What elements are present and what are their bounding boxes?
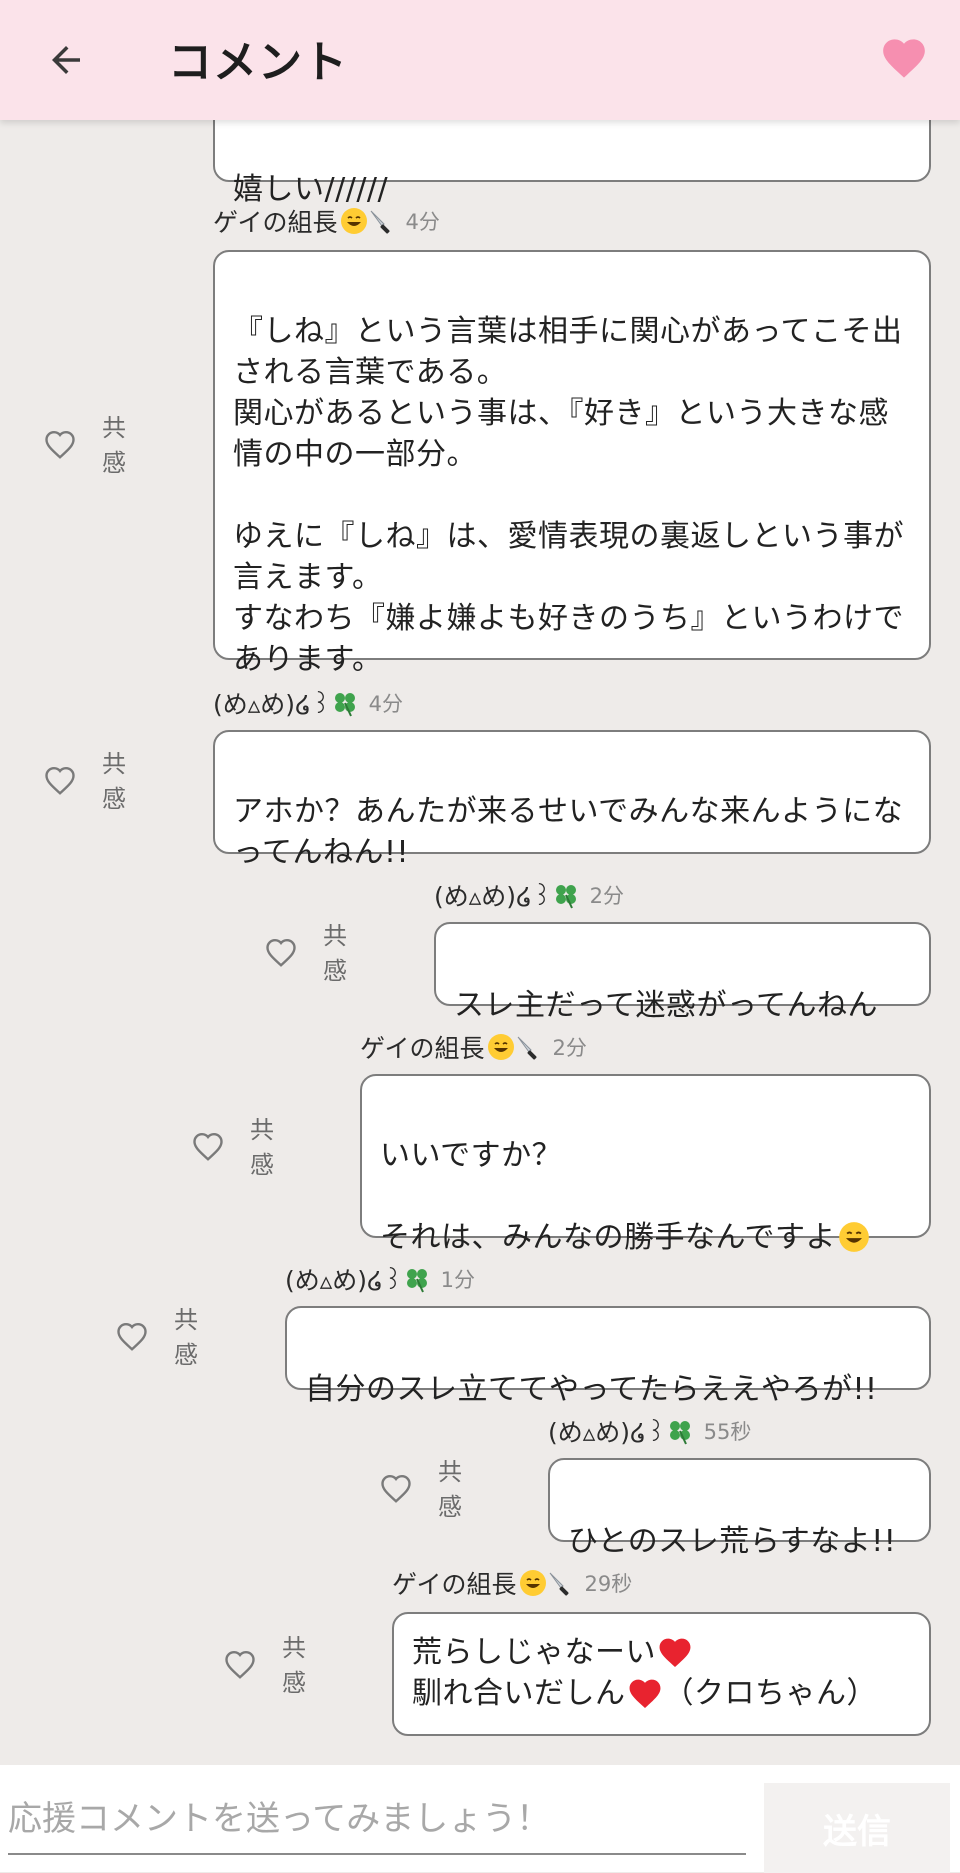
comment-meta: ゲイの組長 4分 <box>213 204 440 238</box>
like-label: 共感 <box>323 922 347 985</box>
comment-time: 2分 <box>552 1036 587 1060</box>
like-button[interactable]: 共感 <box>263 916 359 986</box>
heart-outline-icon <box>45 766 75 795</box>
like-label: 共感 <box>438 1458 462 1521</box>
like-button[interactable]: 共感 <box>190 1110 286 1180</box>
comment-bubble: 『しね』という言葉は相手に関心があってこそ出される言葉である。 関心があるという… <box>213 250 931 677</box>
heart-icon <box>883 39 925 78</box>
four-leaf-clover-icon <box>669 1421 690 1445</box>
comment-time: 4分 <box>368 692 403 716</box>
comment-text: 荒らしじゃなーい <box>412 1635 656 1670</box>
comment-text: スレ主だって迷惑がってんねん <box>454 988 878 1023</box>
comment-line: 荒らしじゃなーい <box>412 1632 911 1673</box>
red-heart-icon <box>659 1638 691 1667</box>
comment-text: （クロちゃん） <box>663 1676 877 1711</box>
like-label: 共感 <box>282 1634 306 1697</box>
comment-time: 55秒 <box>703 1420 752 1444</box>
comment-bubble: 嬉しい////// <box>213 120 931 207</box>
four-leaf-clover-icon <box>406 1269 427 1293</box>
heart-outline-icon <box>45 430 75 459</box>
comment-input-wrap <box>8 1789 746 1855</box>
comment-text: 『しね』という言葉は相手に関心があってこそ出される言葉である。 関心があるという… <box>233 314 904 677</box>
comment-author: (め▵め)໒꒱ <box>548 1418 666 1447</box>
red-heart-icon <box>629 1679 660 1708</box>
comment-meta: (め▵め)໒꒱ 2分 <box>434 878 624 912</box>
comment-text: 自分のスレ立ててやってたらええやろが!! <box>305 1372 878 1407</box>
grinning-face-icon <box>487 1034 514 1060</box>
comment-author: ゲイの組長 <box>213 208 338 237</box>
comment-bubble: 荒らしじゃなーい 馴れ合いだしん （クロちゃん） <box>392 1612 931 1736</box>
like-button[interactable]: 共感 <box>114 1300 210 1370</box>
back-button[interactable] <box>36 30 96 90</box>
comment-line: 馴れ合いだしん （クロちゃん） <box>412 1673 911 1714</box>
comment-meta: (め▵め)໒꒱ 1分 <box>285 1262 475 1296</box>
comment-thread[interactable]: 嬉しい////// ゲイの組長 4分 『しね』という言葉は相手に関心があってこそ… <box>0 120 960 1765</box>
page-title: コメント <box>168 37 348 88</box>
grinning-face-icon <box>340 208 367 234</box>
comment-author: (め▵め)໒꒱ <box>213 690 331 719</box>
like-label: 共感 <box>250 1116 274 1179</box>
comment-text: アホか？あんたが来るせいでみんな来んようになってんねん!! <box>233 794 904 870</box>
like-button[interactable]: 共感 <box>42 744 138 814</box>
like-label: 共感 <box>102 414 126 477</box>
like-button[interactable]: 共感 <box>378 1452 474 1522</box>
like-button[interactable]: 共感 <box>42 408 138 478</box>
comment-meta: (め▵め)໒꒱ 55秒 <box>548 1414 751 1448</box>
four-leaf-clover-icon <box>334 693 355 717</box>
comment-text: ひとのスレ荒らすなよ!! <box>568 1524 897 1559</box>
four-leaf-clover-icon <box>555 885 576 909</box>
heart-outline-icon <box>266 938 296 967</box>
comment-time: 1分 <box>440 1268 475 1292</box>
comment-author: ゲイの組長 <box>392 1570 517 1599</box>
knife-icon <box>517 1036 537 1060</box>
comment-author: ゲイの組長 <box>360 1034 485 1063</box>
comment-bubble: スレ主だって迷惑がってんねん <box>434 922 931 1023</box>
comment-author: (め▵め)໒꒱ <box>285 1266 403 1295</box>
arrow-left-icon <box>52 46 80 74</box>
comment-input[interactable] <box>8 1789 746 1849</box>
comment-bubble: いいですか？ それは、みんなの勝手なんですよ <box>360 1074 931 1255</box>
grinning-face-icon <box>839 1222 869 1252</box>
comment-text: いいですか？ それは、みんなの勝手なんですよ <box>380 1138 836 1255</box>
like-label: 共感 <box>174 1306 198 1369</box>
comment-bubble: ひとのスレ荒らすなよ!! <box>548 1458 931 1559</box>
send-button[interactable]: 送信 <box>764 1783 950 1873</box>
app-header: コメント <box>0 0 960 120</box>
like-button[interactable]: 共感 <box>222 1628 318 1698</box>
grinning-face-icon <box>519 1570 546 1596</box>
heart-outline-icon <box>225 1650 255 1679</box>
comment-time: 29秒 <box>584 1572 633 1596</box>
like-label: 共感 <box>102 750 126 813</box>
heart-outline-icon <box>381 1474 411 1503</box>
comment-bubble: 自分のスレ立ててやってたらええやろが!! <box>285 1306 931 1407</box>
comment-text: 嬉しい////// <box>233 172 389 207</box>
comment-text: 馴れ合いだしん <box>412 1676 626 1711</box>
heart-outline-icon <box>193 1132 223 1161</box>
heart-outline-icon <box>117 1322 147 1351</box>
comment-bubble: アホか？あんたが来るせいでみんな来んようになってんねん!! <box>213 730 931 870</box>
comment-composer: 送信 <box>0 1765 960 1873</box>
comment-meta: ゲイの組長 2分 <box>360 1030 587 1064</box>
comment-meta: (め▵め)໒꒱ 4分 <box>213 686 403 720</box>
comment-time: 4分 <box>405 210 440 234</box>
comment-meta: ゲイの組長 29秒 <box>392 1566 632 1600</box>
comment-author: (め▵め)໒꒱ <box>434 882 552 911</box>
comment-time: 2分 <box>589 884 624 908</box>
favorite-button[interactable] <box>874 28 934 84</box>
knife-icon <box>370 210 390 234</box>
knife-icon <box>549 1572 569 1596</box>
